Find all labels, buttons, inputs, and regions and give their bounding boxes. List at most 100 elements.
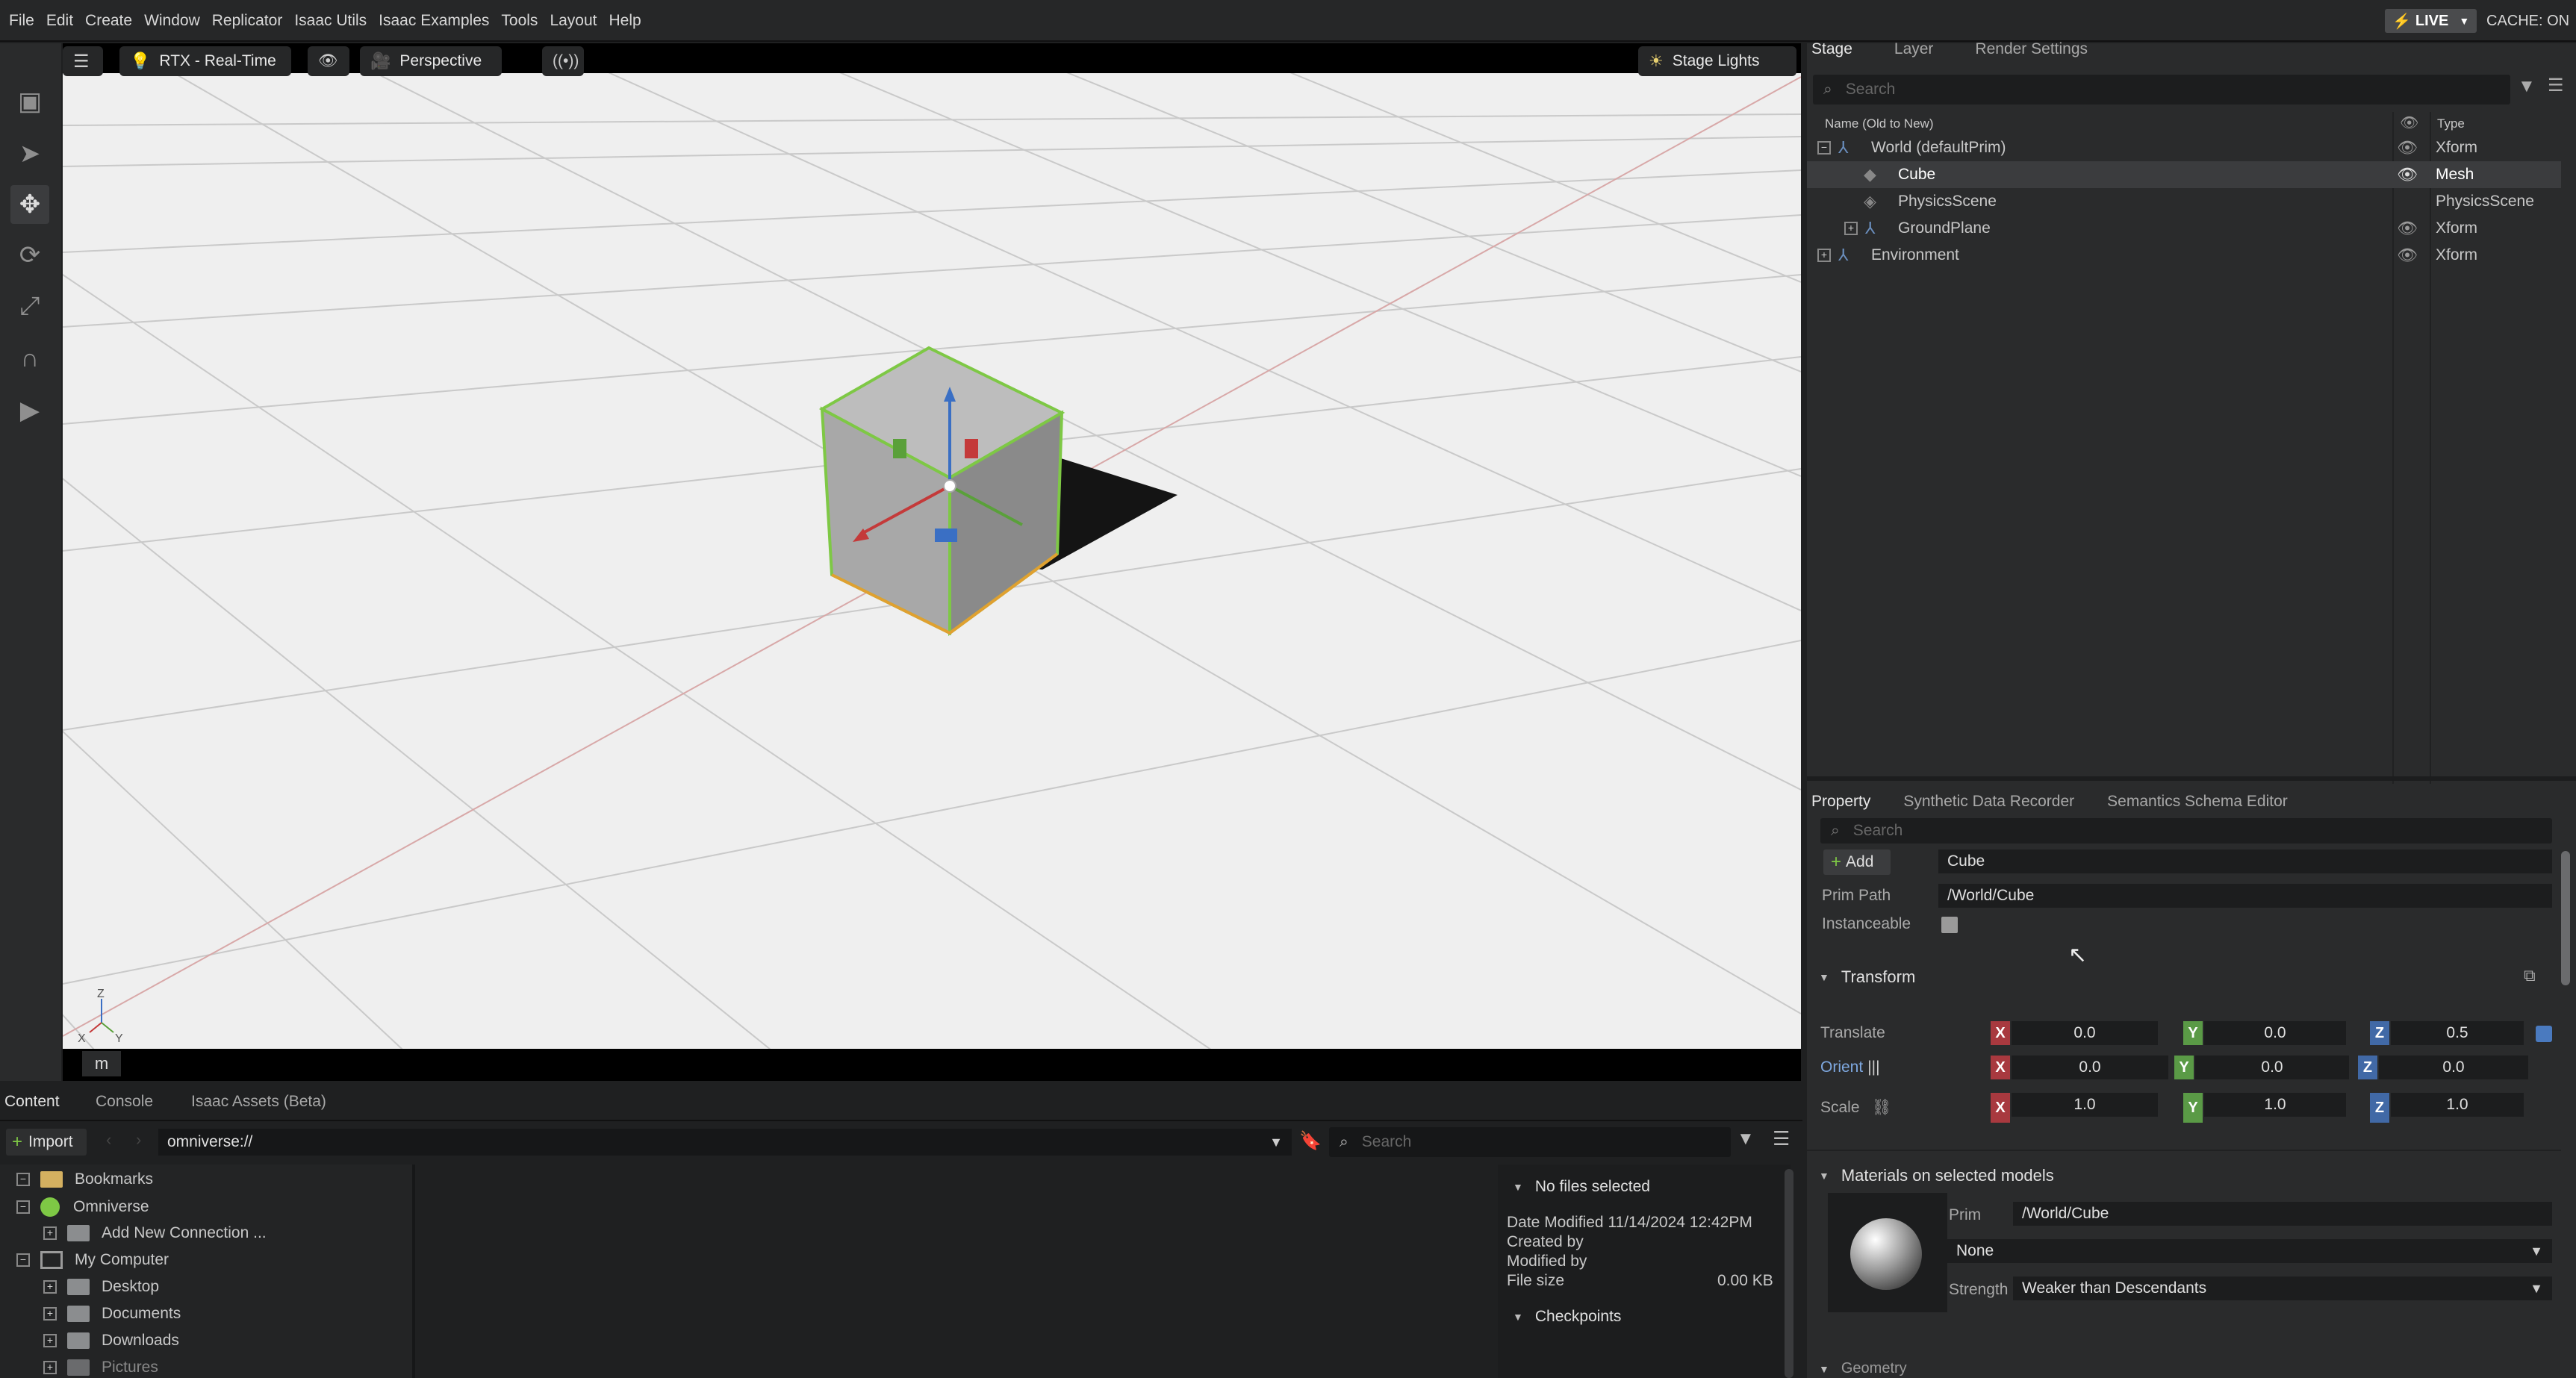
scale-tool-icon[interactable]: ⤢ [10, 287, 49, 325]
menu-window[interactable]: Window [144, 12, 200, 30]
tree-item-downloads[interactable]: + Downloads [43, 1332, 179, 1350]
scale-x-input[interactable]: 1.0 [2012, 1093, 2158, 1117]
tab-render-settings[interactable]: Render Settings [1975, 40, 2088, 58]
filter-icon[interactable]: ▼ [1737, 1129, 1755, 1150]
link-icon[interactable]: ⛓ [1872, 1099, 1892, 1116]
tab-semantics-schema-editor[interactable]: Semantics Schema Editor [2107, 793, 2288, 811]
transform-section-header[interactable]: ▼ Transform [1819, 967, 1915, 987]
strength-select[interactable]: Weaker than Descendants ▼ [2013, 1276, 2552, 1300]
eye-icon[interactable]: 👁 [2397, 138, 2418, 158]
material-prim-field[interactable]: /World/Cube [2013, 1202, 2552, 1226]
visibility-button[interactable]: 👁 [308, 46, 349, 76]
file-grid[interactable] [415, 1165, 1498, 1378]
tree-item-add-connection[interactable]: + Add New Connection ... [43, 1224, 267, 1242]
gizmo-yz-plane[interactable] [965, 439, 978, 458]
tab-layer[interactable]: Layer [1894, 40, 1934, 58]
eye-icon[interactable]: 👁 [2397, 246, 2418, 265]
select-mode-icon[interactable]: ▣ [10, 82, 49, 121]
scale-y-input[interactable]: 1.0 [2204, 1093, 2346, 1117]
expand-icon[interactable]: + [1844, 222, 1858, 235]
tab-property[interactable]: Property [1811, 793, 1870, 811]
instanceable-checkbox[interactable] [1941, 917, 1958, 933]
details-header[interactable]: ▼ No files selected [1513, 1178, 1650, 1196]
renderer-button[interactable]: 💡 RTX - Real-Time [119, 46, 291, 76]
tree-row-environment[interactable]: + ⅄ Environment 👁 Xform [1807, 242, 2561, 269]
select-arrow-icon[interactable]: ➤ [10, 134, 49, 173]
column-type-header[interactable]: Type [2437, 116, 2465, 131]
property-search-input[interactable]: ⌕ Search [1820, 818, 2552, 844]
stream-button[interactable]: ((•)) [542, 46, 584, 76]
tree-row-world[interactable]: − ⅄ World (defaultPrim) 👁 Xform [1807, 134, 2561, 161]
property-scrollbar[interactable] [2561, 851, 2570, 985]
collapse-icon[interactable]: − [1817, 141, 1831, 155]
tree-item-desktop[interactable]: + Desktop [43, 1278, 159, 1296]
stage-search-input[interactable]: ⌕ Search [1813, 75, 2510, 105]
forward-arrow-icon[interactable]: › [136, 1130, 141, 1150]
orient-z-input[interactable]: 0.0 [2379, 1056, 2528, 1079]
gizmo-xy-plane[interactable] [935, 529, 957, 542]
prim-path-field[interactable]: /World/Cube [1938, 884, 2552, 908]
orient-y-input[interactable]: 0.0 [2195, 1056, 2349, 1079]
tree-item-pictures[interactable]: + Pictures [43, 1359, 158, 1377]
import-button[interactable]: + Import [6, 1129, 87, 1156]
translate-x-input[interactable]: 0.0 [2012, 1021, 2158, 1045]
move-tool-icon[interactable]: ✥ [10, 185, 49, 224]
materials-section-header[interactable]: ▼ Materials on selected models [1819, 1166, 2054, 1185]
bookmark-icon[interactable]: 🔖 [1299, 1130, 1322, 1152]
material-select[interactable]: None ▼ [1947, 1239, 2552, 1263]
menu-isaac-utils[interactable]: Isaac Utils [294, 12, 367, 30]
menu-edit[interactable]: Edit [46, 12, 73, 30]
rotate-tool-icon[interactable]: ⟳ [10, 236, 49, 275]
tree-item-my-computer[interactable]: − My Computer [16, 1251, 169, 1269]
tree-item-omniverse[interactable]: − Omniverse [16, 1197, 149, 1217]
filter-icon[interactable]: ▼ [2518, 76, 2536, 97]
tab-isaac-assets[interactable]: Isaac Assets (Beta) [191, 1093, 326, 1111]
path-input[interactable]: omniverse:// ▼ [158, 1129, 1292, 1156]
menu-isaac-examples[interactable]: Isaac Examples [379, 12, 489, 30]
scale-z-input[interactable]: 1.0 [2391, 1093, 2524, 1117]
panel-splitter[interactable] [1807, 776, 2576, 781]
viewport-settings-button[interactable]: ☰ [63, 46, 103, 76]
column-name-header[interactable]: Name (Old to New) [1825, 116, 1933, 131]
tab-stage[interactable]: Stage [1811, 40, 1852, 58]
menu-replicator[interactable]: Replicator [212, 12, 283, 30]
tab-console[interactable]: Console [96, 1093, 153, 1111]
gizmo-center[interactable] [943, 479, 956, 493]
tab-content[interactable]: Content [4, 1093, 60, 1111]
checkpoints-header[interactable]: ▼ Checkpoints [1513, 1308, 1621, 1326]
details-scrollbar[interactable] [1785, 1169, 1793, 1378]
menu-create[interactable]: Create [85, 12, 132, 30]
geometry-section-header[interactable]: ▼ Geometry [1819, 1360, 1907, 1377]
tree-row-cube[interactable]: ◆ Cube 👁 Mesh [1807, 161, 2561, 188]
collapse-icon[interactable]: − [16, 1253, 30, 1267]
back-arrow-icon[interactable]: ‹ [106, 1130, 111, 1150]
tab-synthetic-data-recorder[interactable]: Synthetic Data Recorder [1903, 793, 2074, 811]
expand-icon[interactable]: + [43, 1307, 57, 1321]
orient-label[interactable]: Orient ||| [1820, 1059, 1880, 1076]
menu-file[interactable]: File [9, 12, 34, 30]
tree-item-bookmarks[interactable]: − Bookmarks [16, 1170, 153, 1188]
collapse-icon[interactable]: − [16, 1200, 30, 1214]
tree-row-groundplane[interactable]: + ⅄ GroundPlane 👁 Xform [1807, 215, 2561, 242]
menu-tools[interactable]: Tools [501, 12, 538, 30]
expand-icon[interactable]: + [43, 1226, 57, 1240]
options-menu-icon[interactable]: ☰ [1773, 1127, 1790, 1150]
live-button[interactable]: ⚡ LIVE ▼ [2385, 9, 2477, 33]
stage-lights-button[interactable]: ☀ Stage Lights [1638, 46, 1796, 76]
expand-icon[interactable]: + [43, 1280, 57, 1294]
expand-icon[interactable]: + [43, 1361, 57, 1374]
expand-icon[interactable]: + [43, 1334, 57, 1347]
play-icon[interactable]: ▶ [10, 391, 49, 430]
tree-row-physicsscene[interactable]: ◈ PhysicsScene PhysicsScene [1807, 188, 2561, 215]
transform-options-icon[interactable]: ⧉ [2524, 966, 2536, 985]
viewport[interactable]: Z X Y [63, 43, 1801, 1081]
translate-y-input[interactable]: 0.0 [2204, 1021, 2346, 1045]
content-search-input[interactable]: ⌕ Search [1329, 1127, 1731, 1157]
eye-icon[interactable]: 👁 [2397, 219, 2418, 238]
tree-item-documents[interactable]: + Documents [43, 1305, 181, 1323]
menu-layout[interactable]: Layout [550, 12, 597, 30]
prim-name-field[interactable]: Cube [1938, 849, 2552, 873]
collapse-icon[interactable]: − [16, 1173, 30, 1186]
eye-icon[interactable]: 👁 [2397, 165, 2418, 184]
orient-x-input[interactable]: 0.0 [2012, 1056, 2168, 1079]
